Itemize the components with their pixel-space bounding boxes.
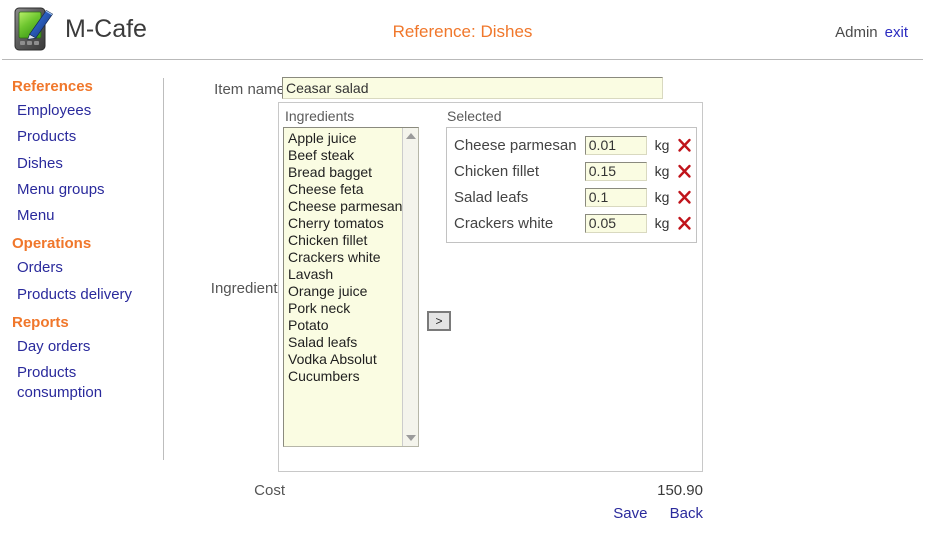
list-item[interactable]: Lavash — [288, 266, 408, 283]
list-item[interactable]: Chicken fillet — [288, 232, 408, 249]
selected-ingredient-name: Cheese parmesan — [454, 136, 577, 154]
page-title: Reference: Dishes — [392, 22, 533, 41]
list-item[interactable]: Cheese parmesan — [288, 198, 408, 215]
sidebar-divider — [163, 78, 164, 460]
sidebar-group-title-operations: Operations — [12, 235, 92, 253]
sidebar-item-menu-groups[interactable]: Menu groups — [0, 177, 163, 203]
save-button[interactable]: Save — [613, 505, 647, 522]
list-item[interactable]: Cherry tomatos — [288, 215, 408, 232]
quantity-input[interactable] — [584, 187, 647, 207]
list-item[interactable]: Beef steak — [288, 147, 408, 164]
listbox-scrollbar[interactable] — [402, 128, 418, 446]
exit-link[interactable]: exit — [885, 24, 908, 41]
remove-ingredient-button[interactable] — [674, 138, 694, 153]
item-name-label: Item name — [214, 81, 285, 98]
sidebar-item-day-orders[interactable]: Day orders — [0, 334, 163, 360]
remove-ingredient-button[interactable] — [674, 216, 694, 231]
list-item[interactable]: Cheese feta — [288, 181, 408, 198]
red-x-icon — [677, 164, 691, 178]
form-actions: Save Back — [478, 505, 703, 522]
list-item[interactable]: Apple juice — [288, 130, 408, 147]
sidebar-item-employees[interactable]: Employees — [0, 98, 163, 124]
quantity-input[interactable] — [584, 161, 647, 181]
user-area: Admin exit — [835, 24, 908, 41]
sidebar-item-products-consumption[interactable]: Products consumption — [0, 360, 122, 407]
table-row: Salad leafs kg — [449, 184, 694, 210]
ingredients-transfer-panel: Ingredients Selected Apple juice Beef st… — [278, 102, 703, 472]
header-divider — [2, 59, 923, 60]
list-item[interactable]: Vodka Absolut — [288, 351, 408, 368]
unit-label: kg — [654, 215, 670, 231]
list-item[interactable]: Salad leafs — [288, 334, 408, 351]
list-item[interactable]: Orange juice — [288, 283, 408, 300]
selected-column-title: Selected — [447, 108, 502, 124]
selected-ingredient-name: Chicken fillet — [454, 162, 540, 180]
table-row: Chicken fillet kg — [449, 158, 694, 184]
remove-ingredient-button[interactable] — [674, 190, 694, 205]
page-header: M-Cafe Reference: Dishes Admin exit — [0, 0, 925, 64]
selected-ingredient-name: Salad leafs — [454, 188, 529, 206]
available-ingredients-listbox[interactable]: Apple juice Beef steak Bread bagget Chee… — [283, 127, 419, 447]
list-item[interactable]: Bread bagget — [288, 164, 408, 181]
user-name: Admin — [835, 24, 878, 41]
sidebar-item-products[interactable]: Products — [0, 124, 163, 150]
list-item[interactable]: Potato — [288, 317, 408, 334]
cost-label: Cost — [254, 482, 285, 499]
available-column-title: Ingredients — [285, 108, 355, 124]
quantity-input[interactable] — [584, 135, 647, 155]
ingredients-label: Ingredients — [210, 280, 285, 297]
unit-label: kg — [654, 163, 670, 179]
selected-ingredients-table: Cheese parmesan kg Chicken fillet kg — [446, 127, 697, 243]
item-name-row: Item name — [178, 77, 708, 103]
list-item[interactable]: Cucumbers — [288, 368, 408, 385]
sidebar-item-orders[interactable]: Orders — [0, 255, 163, 281]
sidebar-item-dishes[interactable]: Dishes — [0, 151, 163, 177]
table-row: Cheese parmesan kg — [449, 132, 694, 158]
list-item[interactable]: Crackers white — [288, 249, 408, 266]
add-ingredient-button[interactable]: > — [427, 311, 451, 331]
red-x-icon — [677, 190, 691, 204]
available-options-list: Apple juice Beef steak Bread bagget Chee… — [284, 128, 408, 385]
back-button[interactable]: Back — [670, 505, 703, 522]
scroll-down-arrow-icon[interactable] — [406, 435, 416, 441]
unit-label: kg — [654, 189, 670, 205]
quantity-input[interactable] — [584, 213, 647, 233]
sidebar-group-title-reports: Reports — [12, 313, 69, 331]
table-row: Crackers white kg — [449, 210, 694, 236]
sidebar-item-menu[interactable]: Menu — [0, 203, 163, 229]
list-item[interactable]: Pork neck — [288, 300, 408, 317]
unit-label: kg — [654, 137, 670, 153]
cost-value: 150.90 — [657, 482, 703, 499]
item-name-input[interactable] — [282, 77, 663, 99]
sidebar: References Employees Products Dishes Men… — [0, 72, 163, 407]
scroll-up-arrow-icon[interactable] — [406, 133, 416, 139]
sidebar-group-title-references: References — [12, 78, 93, 95]
selected-ingredient-name: Crackers white — [454, 214, 554, 232]
red-x-icon — [677, 138, 691, 152]
red-x-icon — [677, 216, 691, 230]
sidebar-item-products-delivery[interactable]: Products delivery — [0, 282, 163, 308]
remove-ingredient-button[interactable] — [674, 164, 694, 179]
